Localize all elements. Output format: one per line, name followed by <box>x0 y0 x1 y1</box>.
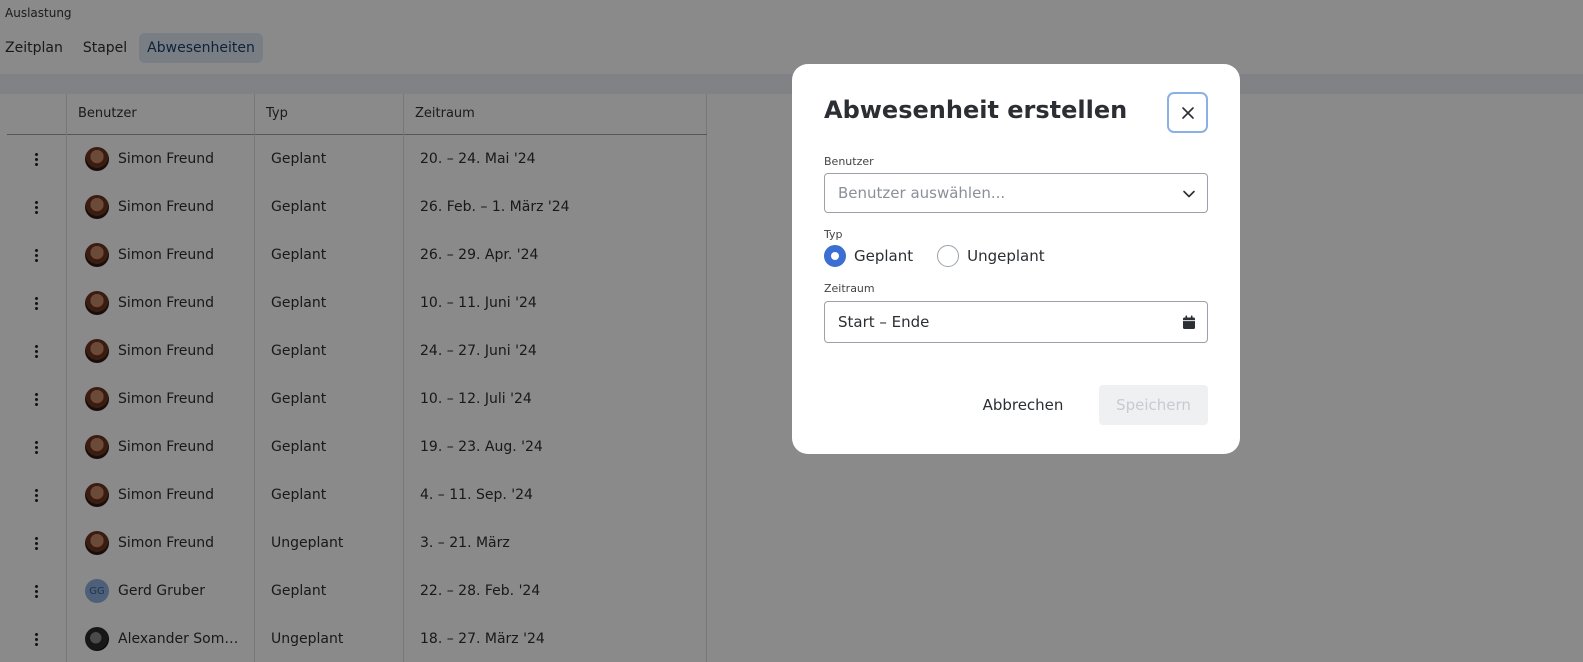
type-field-label: Typ <box>824 228 843 241</box>
radio-geplant[interactable]: Geplant <box>824 245 913 267</box>
date-range-value: Start – Ende <box>838 313 930 331</box>
close-icon <box>1181 106 1194 119</box>
user-select-placeholder: Benutzer auswählen... <box>838 184 1006 202</box>
radio-ungeplant[interactable]: Ungeplant <box>937 245 1045 267</box>
radio-button[interactable] <box>937 245 960 267</box>
radio-label[interactable]: Geplant <box>854 247 913 265</box>
create-absence-dialog: Abwesenheit erstellen Benutzer Benutzer … <box>792 64 1240 454</box>
date-range-input[interactable]: Start – Ende <box>824 301 1208 343</box>
calendar-icon[interactable] <box>1182 315 1196 330</box>
user-select[interactable]: Benutzer auswählen... <box>824 173 1208 213</box>
chevron-down-icon <box>1183 190 1195 198</box>
cancel-button[interactable]: Abbrechen <box>966 385 1080 425</box>
period-field-label: Zeitraum <box>824 282 875 295</box>
user-field-label: Benutzer <box>824 155 874 168</box>
radio-label[interactable]: Ungeplant <box>967 247 1045 265</box>
radio-button-checked[interactable] <box>824 245 846 267</box>
dialog-title: Abwesenheit erstellen <box>824 96 1128 124</box>
close-button[interactable] <box>1167 92 1208 133</box>
type-radio-group: Geplant Ungeplant <box>824 244 1069 268</box>
save-button[interactable]: Speichern <box>1099 385 1208 425</box>
